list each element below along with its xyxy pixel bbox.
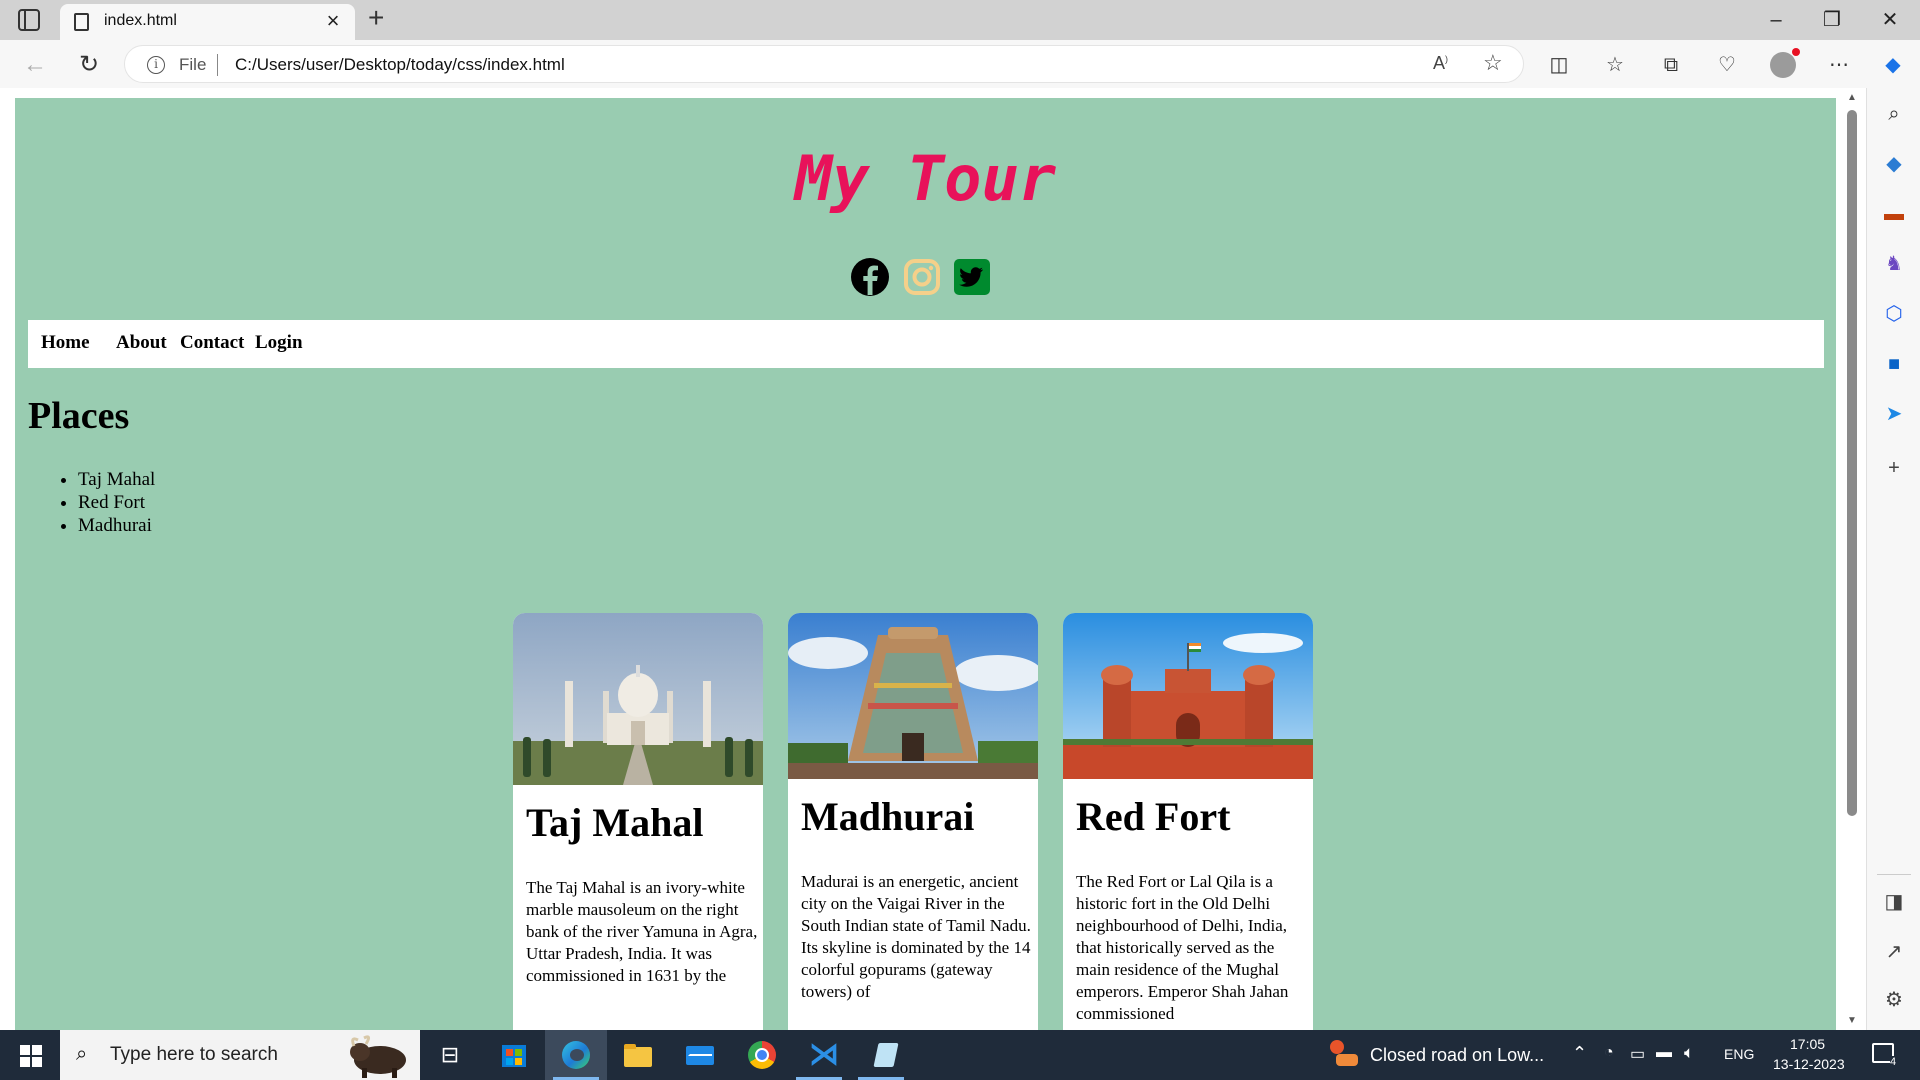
card-text: Madurai is an energetic, ancient city on… — [801, 872, 1031, 1001]
search-icon[interactable]: ⌕ — [1882, 102, 1906, 126]
hide-sidebar-icon[interactable]: ◨ — [1882, 890, 1906, 914]
vscode-icon[interactable]: ⋊ — [806, 1037, 842, 1073]
tab-actions-icon[interactable] — [18, 9, 40, 31]
window-close-icon[interactable]: ✕ — [1870, 6, 1910, 34]
url-text[interactable]: C:/Users/user/Desktop/today/css/index.ht… — [235, 55, 565, 75]
card-title: Madhurai — [801, 794, 975, 839]
red-fort-image — [1063, 613, 1313, 779]
close-tab-icon[interactable]: × — [321, 8, 345, 34]
card-taj-mahal: Taj Mahal The Taj Mahal is an ivory-whit… — [513, 613, 763, 1030]
microsoft-365-icon[interactable]: ⬡ — [1882, 302, 1906, 326]
page-icon — [74, 13, 89, 31]
task-view-icon[interactable]: ⊟ — [432, 1037, 468, 1073]
card-title: Taj Mahal — [526, 800, 704, 845]
list-item: Madhurai — [78, 514, 155, 537]
clock-date[interactable]: 13-12-2023 — [1773, 1056, 1845, 1072]
send-icon[interactable]: ➤ — [1882, 402, 1906, 426]
page-body: My Tour Home About Contact Login Places … — [15, 98, 1836, 1030]
card-text: The Taj Mahal is an ivory-white marble m… — [526, 878, 758, 985]
card-title: Red Fort — [1076, 794, 1231, 839]
edge-icon[interactable] — [558, 1037, 594, 1073]
taj-mahal-image — [513, 613, 763, 785]
sidebar-divider — [1877, 874, 1911, 875]
card-red-fort: Red Fort The Red Fort or Lal Qila is a h… — [1063, 613, 1313, 1030]
windows-taskbar: ⌕ Type here to search ⊟ ⋊ Closed road on… — [0, 1030, 1920, 1080]
address-divider — [217, 54, 218, 76]
page-scrollbar[interactable]: ▲ ▼ — [1836, 88, 1866, 1030]
card-madhurai: Madhurai Madurai is an energetic, ancien… — [788, 613, 1038, 1030]
file-explorer-icon[interactable] — [620, 1037, 656, 1073]
tab-bar: index.html × + – ❐ ✕ — [0, 0, 1920, 40]
facebook-icon[interactable] — [849, 256, 891, 298]
taskbar-search[interactable]: ⌕ Type here to search — [60, 1030, 420, 1080]
new-tab-icon[interactable]: + — [368, 2, 384, 34]
search-highlight-image — [350, 1035, 406, 1078]
list-item: Taj Mahal — [78, 468, 155, 491]
add-sidebar-app-icon[interactable]: + — [1882, 456, 1906, 480]
favorites-icon[interactable]: ☆ — [1600, 50, 1630, 80]
nav-home[interactable]: Home — [41, 332, 90, 354]
scroll-thumb[interactable] — [1847, 110, 1857, 816]
list-item: Red Fort — [78, 491, 155, 514]
nav-login[interactable]: Login — [255, 332, 303, 354]
tab-active[interactable]: index.html × — [60, 4, 355, 40]
copilot-icon[interactable]: ◆ — [1878, 50, 1908, 80]
mail-icon[interactable] — [682, 1037, 718, 1073]
nav-about[interactable]: About — [116, 332, 167, 354]
road-alert-icon[interactable] — [1330, 1040, 1358, 1070]
settings-gear-icon[interactable]: ⚙ — [1882, 988, 1906, 1012]
scroll-up-icon[interactable]: ▲ — [1847, 92, 1857, 103]
notepad-icon[interactable] — [868, 1037, 904, 1073]
restore-icon[interactable]: ❐ — [1812, 6, 1852, 34]
scroll-down-icon[interactable]: ▼ — [1847, 1015, 1857, 1026]
minimize-icon[interactable]: – — [1756, 6, 1796, 34]
nav-contact[interactable]: Contact — [180, 332, 244, 354]
games-icon[interactable]: ♞ — [1882, 252, 1906, 276]
madhurai-temple-image — [788, 613, 1038, 779]
chrome-icon[interactable] — [744, 1037, 780, 1073]
meet-now-icon[interactable]: ▭ — [1630, 1044, 1645, 1064]
tab-title: index.html — [104, 12, 177, 29]
volume-icon[interactable]: 🔈︎ — [1684, 1043, 1694, 1063]
clock-time[interactable]: 17:05 — [1790, 1036, 1825, 1052]
open-external-icon[interactable]: ↗ — [1882, 940, 1906, 964]
instagram-icon[interactable] — [901, 256, 943, 298]
file-label: File — [179, 55, 207, 74]
collections-icon[interactable]: ⧉ — [1656, 50, 1686, 80]
notification-count: 4 — [1890, 1056, 1897, 1068]
places-heading: Places — [28, 395, 130, 437]
news-widget-text[interactable]: Closed road on Low... — [1370, 1045, 1544, 1066]
browser-essentials-icon[interactable]: ♡ — [1712, 50, 1742, 80]
card-text: The Red Fort or Lal Qila is a historic f… — [1076, 872, 1289, 1023]
info-icon[interactable]: i — [147, 56, 165, 74]
tools-icon[interactable]: ▬ — [1882, 202, 1906, 226]
more-options-icon[interactable]: ⋯ — [1824, 50, 1854, 80]
favorite-star-icon[interactable]: ☆ — [1483, 50, 1503, 76]
battery-icon[interactable]: ▬ — [1656, 1044, 1672, 1062]
address-bar[interactable]: i File C:/Users/user/Desktop/today/css/i… — [124, 45, 1524, 83]
twitter-icon[interactable] — [951, 256, 993, 298]
show-hidden-icons-icon[interactable]: ⌃ — [1572, 1043, 1587, 1064]
address-toolbar: ← ↻ i File C:/Users/user/Desktop/today/c… — [0, 40, 1920, 88]
refresh-icon[interactable]: ↻ — [74, 50, 104, 80]
edge-sidebar: ⌕ ◆ ▬ ♞ ⬡ ■ ➤ + ◨ ↗ ⚙ — [1866, 88, 1920, 1030]
store-icon[interactable] — [496, 1037, 532, 1073]
split-screen-icon[interactable]: ◫ — [1544, 50, 1574, 80]
site-title: My Tour — [794, 142, 1057, 215]
windows-start-icon[interactable] — [20, 1045, 42, 1067]
search-placeholder: Type here to search — [110, 1044, 278, 1065]
read-aloud-icon[interactable]: A) — [1433, 53, 1448, 74]
profile-avatar[interactable] — [1770, 48, 1800, 78]
language-indicator[interactable]: ENG — [1724, 1046, 1754, 1062]
network-icon[interactable]: ◔ — [1604, 1044, 1614, 1062]
page-viewport: My Tour Home About Contact Login Places … — [0, 88, 1836, 1030]
back-icon[interactable]: ← — [20, 50, 50, 80]
outlook-icon[interactable]: ■ — [1882, 352, 1906, 376]
places-list: Taj Mahal Red Fort Madhurai — [78, 468, 155, 537]
search-icon: ⌕ — [76, 1043, 88, 1065]
site-navbar: Home About Contact Login — [28, 320, 1824, 368]
shopping-tag-icon[interactable]: ◆ — [1882, 152, 1906, 176]
